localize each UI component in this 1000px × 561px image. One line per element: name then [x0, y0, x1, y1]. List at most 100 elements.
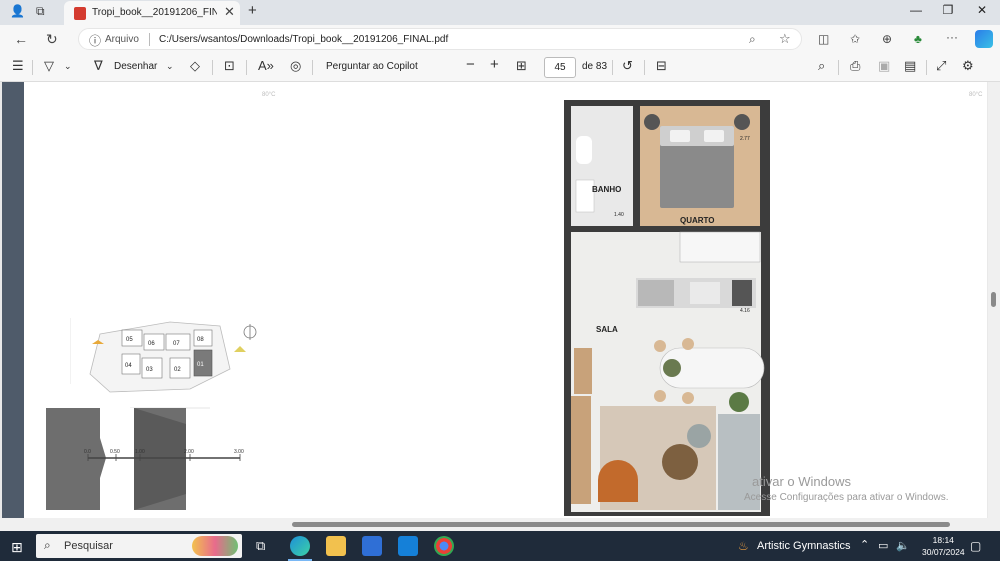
vertical-scroll-thumb[interactable]	[991, 292, 996, 307]
window-minimize-button[interactable]: —	[906, 3, 926, 17]
previous-page-edge	[2, 82, 24, 518]
horizontal-scroll-thumb[interactable]	[292, 522, 950, 527]
draw-icon[interactable]: ∇	[94, 58, 103, 74]
address-scheme-label: Arquivo	[105, 34, 139, 45]
microsoft-store-icon[interactable]	[362, 536, 382, 556]
task-view-icon[interactable]: ⧉	[256, 538, 265, 554]
eraser-icon[interactable]: ◇	[190, 58, 200, 74]
immersive-reader-icon[interactable]: ◎	[290, 58, 301, 74]
rotate-icon[interactable]: ↺	[622, 58, 633, 74]
zoom-out-button[interactable]: −	[466, 56, 475, 73]
contents-list-icon[interactable]: ☰	[12, 58, 24, 74]
page-corner-label-right: 80°C	[969, 92, 983, 98]
new-tab-button[interactable]: +	[248, 2, 257, 19]
favorites-icon[interactable]: ✩	[850, 32, 860, 46]
tab-pdf[interactable]: Tropi_book__20191206_FINAL.pdf ✕	[64, 1, 240, 25]
window-close-button[interactable]: ✕	[972, 3, 992, 17]
fullscreen-icon[interactable]: ⤢	[936, 58, 946, 74]
split-screen-icon[interactable]: ◫	[818, 32, 829, 46]
tab-title: Tropi_book__20191206_FINAL.pdf	[92, 7, 217, 18]
chrome-icon[interactable]	[434, 536, 454, 556]
clock-time: 18:14	[932, 535, 954, 545]
favorite-star-icon[interactable]: ☆	[779, 31, 791, 47]
address-divider	[149, 33, 150, 46]
edge-browser-icon[interactable]	[290, 536, 310, 556]
print-icon[interactable]: ⎙	[850, 58, 860, 74]
tab-actions-icon[interactable]: ⧉	[36, 4, 45, 19]
scale-tick-label: 3.00	[234, 449, 244, 455]
dimension-label: 2.77	[740, 136, 750, 142]
scale-tick-label: 2.00	[184, 449, 194, 455]
page-view-icon[interactable]: ⊟	[656, 58, 667, 74]
scale-tick-label: 1.00	[135, 449, 145, 455]
profile-icon[interactable]: 👤	[10, 4, 25, 18]
read-aloud-icon[interactable]: A»	[258, 58, 274, 73]
file-explorer-icon[interactable]	[326, 536, 346, 556]
tab-close-button[interactable]: ✕	[224, 4, 235, 20]
settings-gear-icon[interactable]: ⚙	[962, 58, 974, 74]
room-label-banho: BANHO	[592, 185, 621, 194]
windows-activation-watermark-sub: Acesse Configurações para ativar o Windo…	[744, 492, 949, 503]
volume-icon[interactable]: 🔈	[896, 539, 910, 552]
search-highlight-icon	[192, 536, 238, 556]
extensions-icon[interactable]: ♣	[914, 32, 922, 46]
add-text-icon[interactable]: ⊡	[224, 58, 235, 74]
chevron-down-icon[interactable]: ⌄	[166, 61, 174, 72]
chevron-up-icon[interactable]: ⌃	[860, 538, 869, 551]
refresh-icon[interactable]: ↻	[46, 31, 58, 48]
weather-widget-label[interactable]: Artistic Gymnastics	[757, 540, 851, 552]
windows-taskbar: ⊞ ⌕ Pesquisar ⧉ ♨ Artistic Gymnastics ⌃ …	[0, 531, 1000, 561]
vertical-scrollbar[interactable]	[988, 82, 1000, 518]
keyplan-unit-label: 02	[174, 367, 181, 373]
network-icon[interactable]: ▭	[878, 539, 888, 552]
toolbar-divider	[838, 60, 839, 75]
save-icon[interactable]: ▣	[878, 58, 890, 74]
draw-button[interactable]: Desenhar	[114, 61, 157, 72]
taskbar-search-input[interactable]: ⌕ Pesquisar	[36, 534, 242, 558]
fit-page-icon[interactable]: ⊞	[516, 58, 527, 74]
zoom-in-button[interactable]: +	[490, 56, 499, 73]
save-as-icon[interactable]: ▤	[904, 58, 916, 74]
dimension-label: 4.16	[740, 308, 750, 314]
browser-title-bar: 👤 ⧉ Tropi_book__20191206_FINAL.pdf ✕ + —…	[0, 0, 1000, 25]
window-restore-button[interactable]: ❐	[938, 3, 958, 17]
ask-copilot-button[interactable]: Perguntar ao Copilot	[326, 61, 418, 72]
taskbar-search-placeholder: Pesquisar	[64, 540, 113, 552]
address-bar-row: ← ↻ ⓘ Arquivo C:/Users/wsantos/Downloads…	[0, 25, 1000, 53]
page-number-input[interactable]: 45	[544, 57, 576, 78]
page-corner-label-left: 80°C	[262, 92, 276, 98]
taskbar-clock[interactable]: 18:14 30/07/2024	[922, 534, 965, 558]
toolbar-divider	[212, 60, 213, 75]
copilot-icon[interactable]	[975, 30, 993, 48]
collections-icon[interactable]: ⊕	[882, 32, 892, 46]
notifications-icon[interactable]: ▢	[970, 539, 981, 553]
toolbar-divider	[644, 60, 645, 75]
olympics-torch-icon[interactable]: ♨	[738, 539, 749, 553]
address-input[interactable]: ⓘ Arquivo C:/Users/wsantos/Downloads/Tro…	[78, 28, 802, 50]
keyplan-unit-label: 08	[197, 337, 204, 343]
chevron-down-icon[interactable]: ⌄	[64, 61, 72, 72]
back-arrow-icon[interactable]: ←	[14, 31, 28, 47]
search-icon[interactable]: ⌕	[818, 58, 825, 74]
page-total-label: de 83	[582, 61, 608, 72]
more-options-icon[interactable]: ···	[946, 30, 958, 44]
scale-tick-label: 0.50	[110, 449, 120, 455]
keyplan-unit-label: 05	[126, 337, 133, 343]
scale-tick-label: 0.0	[84, 449, 91, 455]
mail-icon[interactable]	[398, 536, 418, 556]
keyplan-unit-label: 04	[125, 363, 132, 369]
search-icon: ⌕	[44, 538, 51, 552]
zoom-search-icon[interactable]: ⌕	[749, 32, 756, 47]
horizontal-scrollbar[interactable]	[0, 518, 1000, 531]
windows-start-icon[interactable]: ⊞	[11, 539, 23, 556]
clock-date: 30/07/2024	[922, 547, 965, 557]
toolbar-divider	[312, 60, 313, 75]
windows-activation-watermark: ativar o Windows	[752, 474, 851, 489]
toolbar-divider	[612, 60, 613, 75]
room-label-quarto: QUARTO	[680, 216, 715, 225]
highlight-icon[interactable]: ▽	[44, 58, 54, 74]
toolbar-divider	[926, 60, 927, 75]
scale-bar: 0.0 0.50 1.00 2.00 3.00	[84, 449, 244, 461]
keyplan-unit-label: 01	[197, 362, 204, 368]
info-icon[interactable]: ⓘ	[89, 32, 101, 49]
